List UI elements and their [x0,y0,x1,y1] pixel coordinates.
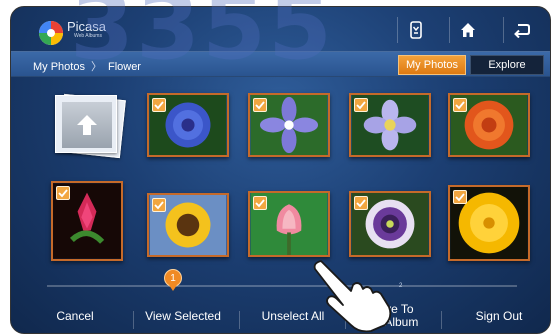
tv-screen: Picasa Web Albums My Photos 〉 Flower My P [10,6,551,334]
breadcrumb-current: Flower [107,61,141,73]
checked-checkbox[interactable] [453,190,467,204]
breadcrumb-root[interactable]: My Photos [33,61,85,73]
photo-tile[interactable] [349,191,431,257]
return-icon[interactable] [503,17,539,43]
checked-checkbox[interactable] [354,196,368,210]
tab-my-photos[interactable]: My Photos [398,55,466,75]
photo-tile[interactable] [349,93,431,157]
app-logo-subtitle: Web Albums [74,33,102,39]
divider [441,311,442,329]
checked-checkbox[interactable] [56,186,70,200]
folder-sheet-front [55,95,117,153]
breadcrumb: My Photos 〉 Flower [33,58,141,74]
checked-checkbox[interactable] [253,196,267,210]
bottom-action-bar: Cancel View Selected Unselect All Save T… [11,295,550,333]
page-scroll-track[interactable] [47,285,517,287]
cancel-button[interactable]: Cancel [45,309,105,323]
sign-out-button[interactable]: Sign Out [459,309,539,323]
photo-tile[interactable] [51,181,123,261]
photo-tile[interactable] [147,193,229,257]
photo-tile[interactable] [147,93,229,157]
divider [133,311,134,329]
app-logo-text: Picasa [67,19,107,34]
checked-checkbox[interactable] [453,98,467,112]
view-selected-button[interactable]: View Selected [135,309,231,323]
tab-explore[interactable]: Explore [470,55,544,75]
selection-badge-pointer [169,285,177,291]
breadcrumb-separator: 〉 [90,61,102,73]
photo-tile[interactable] [248,93,330,157]
remote-icon[interactable] [397,17,433,43]
picasa-logo-icon [37,19,65,47]
home-icon[interactable] [449,17,485,43]
checked-checkbox[interactable] [152,98,166,112]
photo-tile[interactable] [248,191,330,257]
divider [239,311,240,329]
checked-checkbox[interactable] [354,98,368,112]
top-bar: Picasa Web Albums [11,7,550,47]
checked-checkbox[interactable] [253,98,267,112]
up-arrow-icon [62,102,112,148]
photo-tile[interactable] [448,185,530,261]
nav-bar: My Photos 〉 Flower My Photos Explore [11,51,550,77]
checked-checkbox[interactable] [152,198,166,212]
photo-tile[interactable] [448,93,530,157]
up-folder-button[interactable] [55,93,126,159]
pointing-hand-icon [311,255,401,333]
